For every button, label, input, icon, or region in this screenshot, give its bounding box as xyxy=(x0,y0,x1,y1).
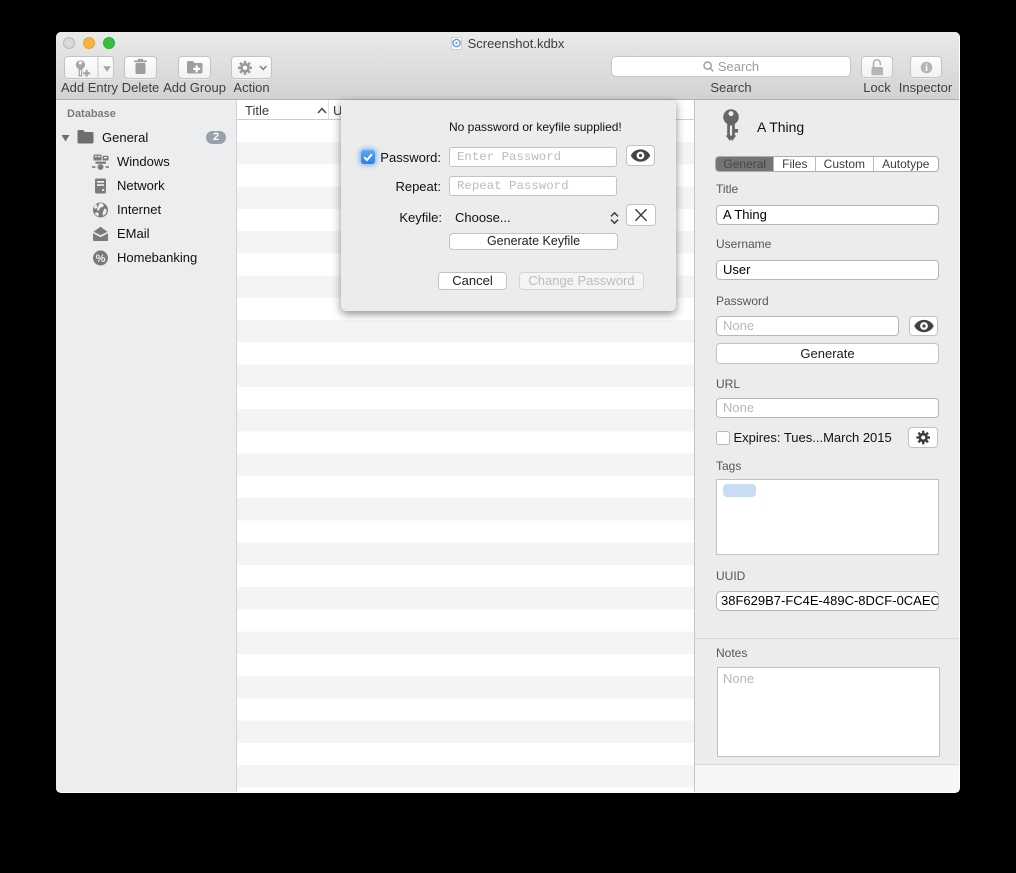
svg-text:%: % xyxy=(96,253,106,265)
svg-text:i: i xyxy=(925,63,928,74)
